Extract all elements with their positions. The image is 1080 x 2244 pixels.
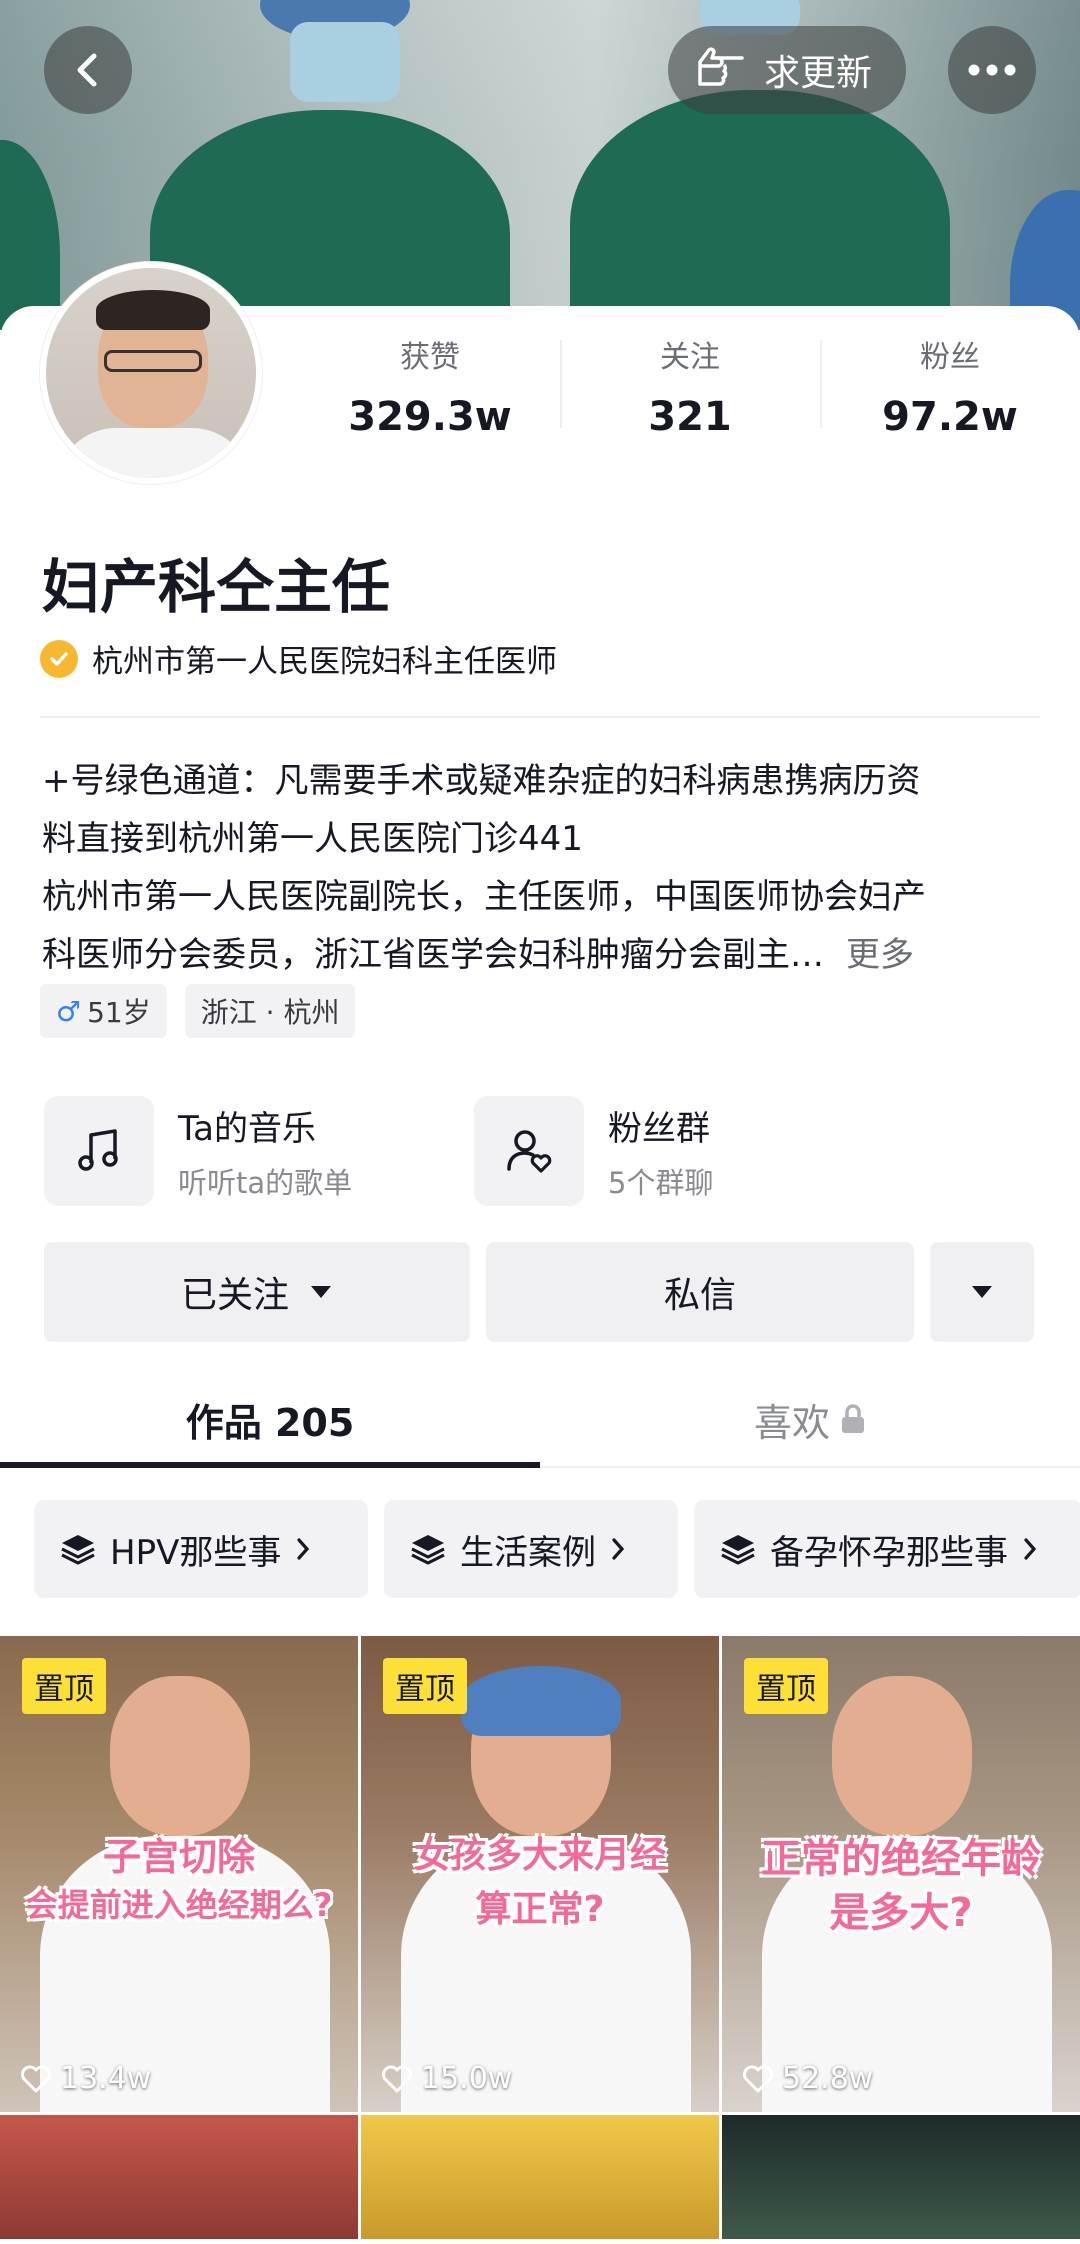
message-label: 私信 bbox=[663, 1275, 736, 1316]
male-icon: ♂ bbox=[56, 994, 82, 1028]
bio-line: +号绿色通道：凡需要手术或疑难杂症的妇科病患携病历资 bbox=[42, 761, 921, 801]
collection-chip[interactable]: 生活案例 bbox=[384, 1500, 678, 1598]
fan-group-subtitle: 5个群聊 bbox=[608, 1165, 714, 1200]
divider bbox=[40, 716, 1040, 718]
request-update-label: 求更新 bbox=[764, 53, 873, 94]
video-likes-count: 13.4w bbox=[60, 2061, 152, 2096]
video-tile[interactable] bbox=[361, 2115, 719, 2239]
bio-line: 科医师分会委员，浙江省医学会妇科肿瘤分会副主… bbox=[42, 935, 824, 975]
stat-value: 97.2w bbox=[882, 394, 1018, 440]
profile-tags: ♂ 51岁 浙江 · 杭州 bbox=[40, 984, 356, 1038]
followed-button[interactable]: 已关注 bbox=[44, 1242, 470, 1342]
video-tile[interactable]: 置顶 女孩多大来月经 算正常? 15.0w bbox=[361, 1636, 719, 2112]
pinned-badge: 置顶 bbox=[22, 1658, 106, 1714]
stat-value: 329.3w bbox=[348, 394, 512, 440]
location-label: 浙江 · 杭州 bbox=[200, 996, 340, 1029]
layers-icon bbox=[61, 1535, 95, 1565]
chevron-right-icon bbox=[612, 1538, 625, 1560]
recommend-dropdown-button[interactable] bbox=[930, 1242, 1034, 1342]
followed-label: 已关注 bbox=[180, 1275, 289, 1316]
request-update-button[interactable]: 求更新 bbox=[668, 26, 907, 114]
video-likes-count: 15.0w bbox=[421, 2061, 513, 2096]
hand-point-icon bbox=[698, 47, 744, 86]
video-likes: 15.0w bbox=[381, 2061, 512, 2096]
tab-likes-label: 喜欢 bbox=[753, 1400, 830, 1445]
collection-label: 生活案例 bbox=[460, 1532, 596, 1573]
heart-icon bbox=[21, 2065, 51, 2092]
video-likes-count: 52.8w bbox=[782, 2061, 874, 2096]
chevron-right-icon bbox=[297, 1538, 310, 1560]
music-entry[interactable]: Ta的音乐 听听ta的歌单 bbox=[44, 1096, 474, 1206]
age-tag: ♂ 51岁 bbox=[40, 984, 167, 1038]
video-tile[interactable] bbox=[722, 2115, 1080, 2239]
stat-following[interactable]: 关注 321 bbox=[560, 332, 820, 442]
video-tile[interactable] bbox=[0, 2115, 358, 2239]
video-grid: 置顶 子宫切除 会提前进入绝经期么? 13.4w 置顶 女孩多大来月经 算正常?… bbox=[0, 1636, 1080, 2239]
layers-icon bbox=[721, 1535, 755, 1565]
video-caption: 子宫切除 bbox=[102, 1835, 255, 1879]
collection-label: HPV那些事 bbox=[110, 1532, 282, 1573]
profile-bio[interactable]: +号绿色通道：凡需要手术或疑难杂症的妇科病患携病历资 料直接到杭州第一人民医院门… bbox=[42, 752, 1042, 984]
back-button[interactable] bbox=[44, 26, 132, 114]
bio-more-link[interactable]: 更多 bbox=[846, 935, 914, 975]
chevron-right-icon bbox=[1024, 1538, 1037, 1560]
profile-actions: 已关注 私信 bbox=[44, 1242, 1034, 1342]
collection-label: 备孕怀孕那些事 bbox=[770, 1532, 1008, 1573]
caret-down-icon bbox=[972, 1286, 992, 1298]
lock-icon bbox=[842, 1404, 864, 1433]
pinned-badge: 置顶 bbox=[744, 1658, 828, 1714]
video-caption: 会提前进入绝经期么? bbox=[25, 1886, 333, 1924]
fan-group-icon bbox=[474, 1096, 584, 1206]
bio-line: 杭州市第一人民医院副院长，主任医师，中国医师协会妇产 bbox=[42, 877, 926, 917]
collection-chip[interactable]: HPV那些事 bbox=[34, 1500, 368, 1598]
profile-stats: 获赞 329.3w 关注 321 粉丝 97.2w bbox=[300, 332, 1080, 442]
ellipsis-icon bbox=[968, 64, 1016, 76]
tab-likes[interactable]: 喜欢 bbox=[540, 1372, 1080, 1466]
heart-icon bbox=[382, 2065, 412, 2092]
caret-down-icon bbox=[311, 1286, 331, 1298]
music-subtitle: 听听ta的歌单 bbox=[178, 1165, 353, 1200]
chevron-left-icon bbox=[77, 53, 97, 87]
stat-label: 获赞 bbox=[400, 340, 460, 375]
verification-row: 杭州市第一人民医院妇科主任医师 bbox=[40, 636, 557, 681]
fan-group-title: 粉丝群 bbox=[608, 1108, 710, 1149]
message-button[interactable]: 私信 bbox=[486, 1242, 914, 1342]
video-tile[interactable]: 置顶 正常的绝经年龄 是多大? 52.8w bbox=[722, 1636, 1080, 2112]
stat-label: 关注 bbox=[660, 340, 720, 375]
stat-label: 粉丝 bbox=[920, 340, 980, 375]
heart-icon bbox=[743, 2065, 773, 2092]
video-tile[interactable]: 置顶 子宫切除 会提前进入绝经期么? 13.4w bbox=[0, 1636, 358, 2112]
fan-group-entry[interactable]: 粉丝群 5个群聊 bbox=[474, 1096, 904, 1206]
location-tag: 浙江 · 杭州 bbox=[184, 984, 356, 1038]
stat-value: 321 bbox=[648, 394, 732, 440]
collection-list: HPV那些事 生活案例 备孕怀孕那些事 bbox=[34, 1500, 1080, 1598]
profile-name: 妇产科仝主任 bbox=[42, 553, 391, 621]
verification-text: 杭州市第一人民医院妇科主任医师 bbox=[92, 644, 557, 680]
music-note-icon bbox=[44, 1096, 154, 1206]
verified-check-icon bbox=[40, 639, 78, 678]
stat-likes[interactable]: 获赞 329.3w bbox=[300, 332, 560, 442]
age-label: 51岁 bbox=[87, 996, 151, 1029]
collection-chip[interactable]: 备孕怀孕那些事 bbox=[694, 1500, 1080, 1598]
content-tabs: 作品 205 喜欢 bbox=[0, 1372, 1080, 1468]
tab-works[interactable]: 作品 205 bbox=[0, 1372, 540, 1468]
tab-works-label: 作品 205 bbox=[185, 1400, 355, 1445]
avatar[interactable] bbox=[40, 262, 262, 484]
pinned-badge: 置顶 bbox=[383, 1658, 467, 1714]
profile-entries: Ta的音乐 听听ta的歌单 粉丝群 5个群聊 bbox=[44, 1096, 904, 1206]
video-caption: 是多大? bbox=[829, 1890, 973, 1936]
video-likes: 52.8w bbox=[742, 2061, 873, 2096]
more-button[interactable] bbox=[948, 26, 1036, 114]
layers-icon bbox=[411, 1535, 445, 1565]
bio-line: 料直接到杭州第一人民医院门诊441 bbox=[42, 819, 583, 859]
music-title: Ta的音乐 bbox=[178, 1108, 316, 1149]
video-caption: 算正常? bbox=[475, 1889, 605, 1930]
video-caption: 女孩多大来月经 bbox=[413, 1835, 666, 1876]
stat-followers[interactable]: 粉丝 97.2w bbox=[820, 332, 1080, 442]
video-caption: 正常的绝经年龄 bbox=[761, 1836, 1041, 1882]
video-likes: 13.4w bbox=[20, 2061, 151, 2096]
